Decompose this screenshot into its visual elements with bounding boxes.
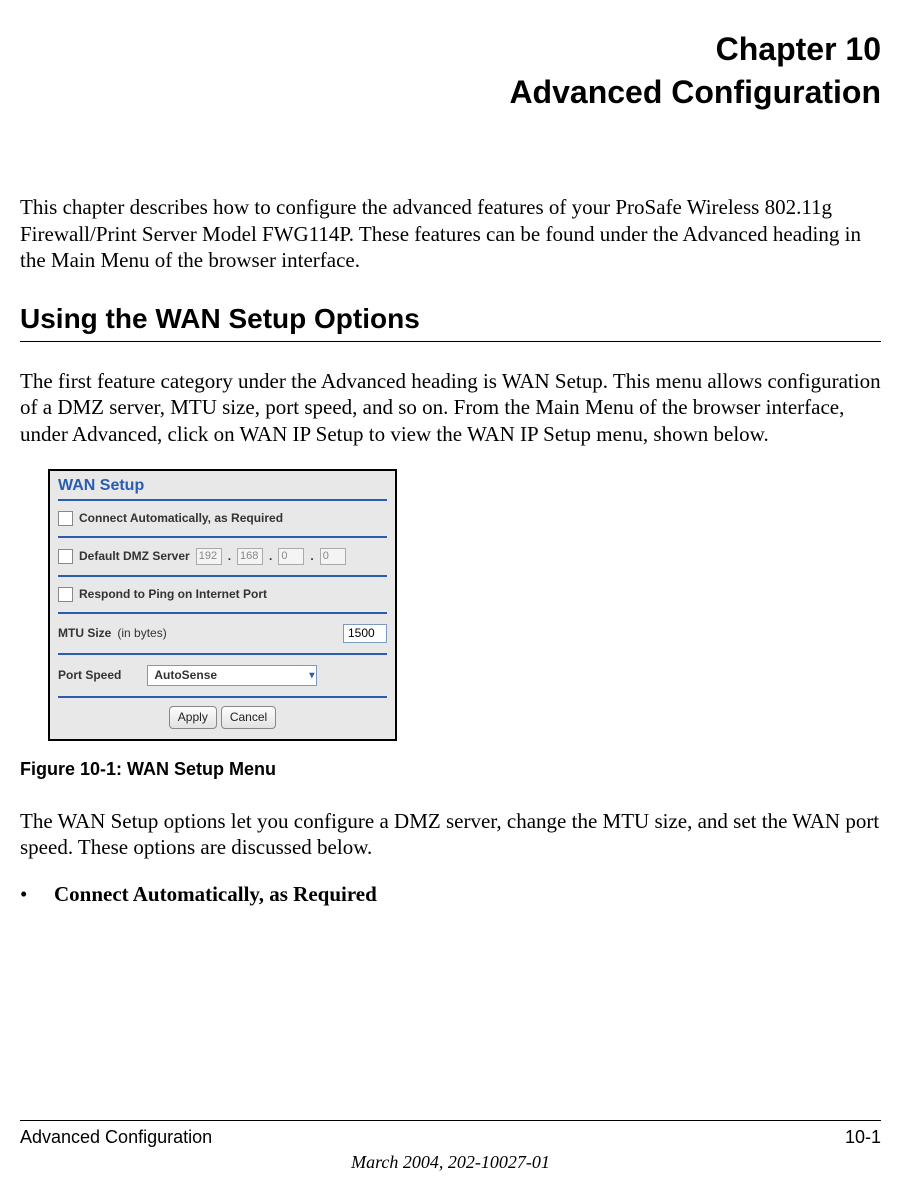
respond-ping-row: Respond to Ping on Internet Port — [50, 577, 395, 612]
ip-dot: . — [310, 549, 313, 563]
page-footer: Advanced Configuration 10-1 March 2004, … — [20, 1120, 881, 1173]
bullet-item: • Connect Automatically, as Required — [20, 882, 881, 907]
post-figure-paragraph: The WAN Setup options let you configure … — [20, 808, 881, 861]
respond-ping-checkbox[interactable] — [58, 587, 73, 602]
respond-ping-label: Respond to Ping on Internet Port — [79, 587, 267, 601]
figure-caption: Figure 10-1: WAN Setup Menu — [20, 759, 881, 780]
intro-paragraph: This chapter describes how to configure … — [20, 194, 881, 273]
connect-auto-row: Connect Automatically, as Required — [50, 501, 395, 536]
chevron-down-icon: ▾ — [309, 670, 314, 681]
wan-button-row: Apply Cancel — [50, 698, 395, 739]
port-speed-value: AutoSense — [154, 668, 217, 682]
dmz-ip-octet-4[interactable] — [320, 548, 346, 565]
dmz-ip-octet-2[interactable] — [237, 548, 263, 565]
ip-dot: . — [228, 549, 231, 563]
mtu-unit: (in bytes) — [117, 626, 166, 640]
section-paragraph: The first feature category under the Adv… — [20, 368, 881, 447]
connect-auto-label: Connect Automatically, as Required — [79, 511, 283, 525]
cancel-button[interactable]: Cancel — [221, 706, 276, 729]
bullet-marker: • — [20, 882, 54, 907]
bullet-text: Connect Automatically, as Required — [54, 882, 377, 907]
apply-button[interactable]: Apply — [169, 706, 217, 729]
dmz-ip-octet-3[interactable] — [278, 548, 304, 565]
footer-left: Advanced Configuration — [20, 1127, 212, 1148]
footer-rule — [20, 1120, 881, 1121]
mtu-label: MTU Size — [58, 626, 111, 640]
dmz-row: Default DMZ Server . . . — [50, 538, 395, 575]
mtu-input[interactable] — [343, 624, 387, 643]
dmz-label: Default DMZ Server — [79, 549, 190, 563]
chapter-number: Chapter 10 — [716, 31, 881, 67]
chapter-header: Chapter 10 Advanced Configuration — [20, 28, 881, 114]
section-heading: Using the WAN Setup Options — [20, 303, 881, 335]
dmz-checkbox[interactable] — [58, 549, 73, 564]
connect-auto-checkbox[interactable] — [58, 511, 73, 526]
footer-page-number: 10-1 — [845, 1127, 881, 1148]
port-speed-label: Port Speed — [58, 668, 121, 682]
wan-setup-panel: WAN Setup Connect Automatically, as Requ… — [48, 469, 397, 741]
chapter-title: Advanced Configuration — [509, 74, 881, 110]
port-speed-select[interactable]: AutoSense ▾ — [147, 665, 317, 686]
wan-setup-title: WAN Setup — [50, 471, 395, 499]
port-speed-row: Port Speed AutoSense ▾ — [50, 655, 395, 696]
mtu-row: MTU Size (in bytes) — [50, 614, 395, 653]
section-rule — [20, 341, 881, 342]
footer-date-doc: March 2004, 202-10027-01 — [20, 1152, 881, 1173]
ip-dot: . — [269, 549, 272, 563]
dmz-ip-octet-1[interactable] — [196, 548, 222, 565]
